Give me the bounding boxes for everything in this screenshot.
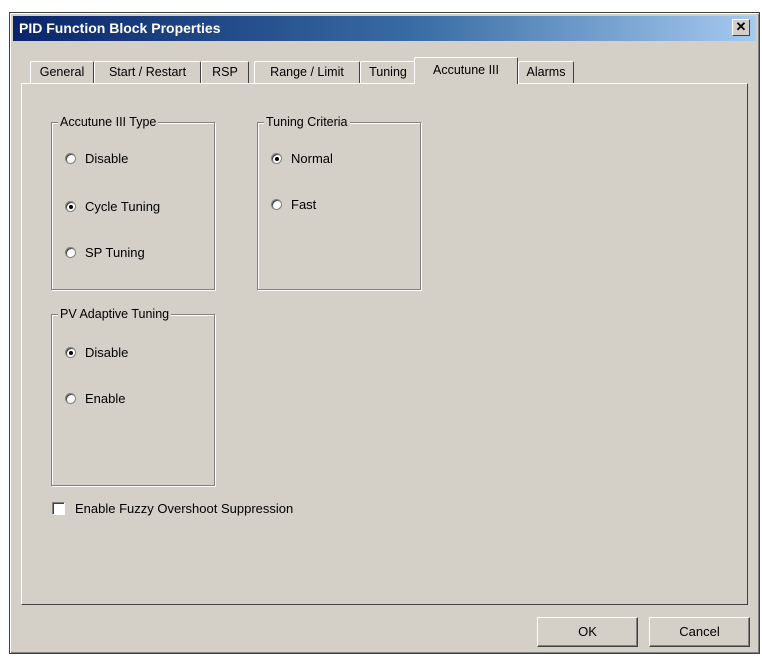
cycle-tuning-radio[interactable]: Cycle Tuning <box>65 199 160 214</box>
tab-general[interactable]: General <box>30 61 94 83</box>
tab-start-restart[interactable]: Start / Restart <box>94 61 201 83</box>
radio-checked-icon <box>65 347 76 358</box>
pv-enable-radio[interactable]: Enable <box>65 391 125 406</box>
accutune-disable-radio[interactable]: Disable <box>65 151 128 166</box>
tuning-criteria-group: Tuning Criteria Normal Fast <box>257 114 421 290</box>
title-bar[interactable]: PID Function Block Properties ✕ <box>13 16 756 41</box>
radio-label: Fast <box>291 197 317 212</box>
cancel-button[interactable]: Cancel <box>649 617 750 647</box>
radio-unchecked-icon <box>65 153 76 164</box>
close-icon[interactable]: ✕ <box>732 19 750 36</box>
normal-radio[interactable]: Normal <box>271 151 333 166</box>
tab-alarms[interactable]: Alarms <box>518 61 574 83</box>
radio-label: Cycle Tuning <box>85 199 161 214</box>
radio-checked-icon <box>271 153 282 164</box>
radio-label: Enable <box>85 391 126 406</box>
radio-label: Normal <box>291 151 333 166</box>
accutune-type-group: Accutune III Type Disable Cycle Tuning S… <box>51 114 215 290</box>
fuzzy-overshoot-label: Enable Fuzzy Overshoot Suppression <box>75 501 294 516</box>
sp-tuning-radio[interactable]: SP Tuning <box>65 245 145 260</box>
radio-checked-icon <box>65 201 76 212</box>
ok-button[interactable]: OK <box>537 617 638 647</box>
pv-adaptive-tuning-group: PV Adaptive Tuning Disable Enable <box>51 306 215 486</box>
radio-label: Disable <box>85 345 129 360</box>
tab-tuning[interactable]: Tuning <box>360 61 416 83</box>
pv-adaptive-tuning-label: PV Adaptive Tuning <box>58 306 172 322</box>
tab-panel-accutune: Accutune III Type Disable Cycle Tuning S… <box>21 83 748 605</box>
tab-accutune-iii[interactable]: Accutune III <box>414 57 518 84</box>
radio-label: Disable <box>85 151 129 166</box>
radio-label: SP Tuning <box>85 245 145 260</box>
radio-unchecked-icon <box>65 247 76 258</box>
pv-disable-radio[interactable]: Disable <box>65 345 128 360</box>
radio-unchecked-icon <box>65 393 76 404</box>
pid-properties-dialog: PID Function Block Properties ✕ General … <box>9 12 760 654</box>
window-title: PID Function Block Properties <box>19 20 221 36</box>
fuzzy-overshoot-checkbox[interactable]: Enable Fuzzy Overshoot Suppression <box>52 501 293 516</box>
accutune-type-label: Accutune III Type <box>58 114 159 130</box>
tab-rsp[interactable]: RSP <box>201 61 249 83</box>
checkbox-unchecked-icon <box>52 502 65 515</box>
tab-range-limit[interactable]: Range / Limit <box>254 61 360 83</box>
tuning-criteria-label: Tuning Criteria <box>264 114 350 130</box>
radio-unchecked-icon <box>271 199 282 210</box>
fast-radio[interactable]: Fast <box>271 197 316 212</box>
